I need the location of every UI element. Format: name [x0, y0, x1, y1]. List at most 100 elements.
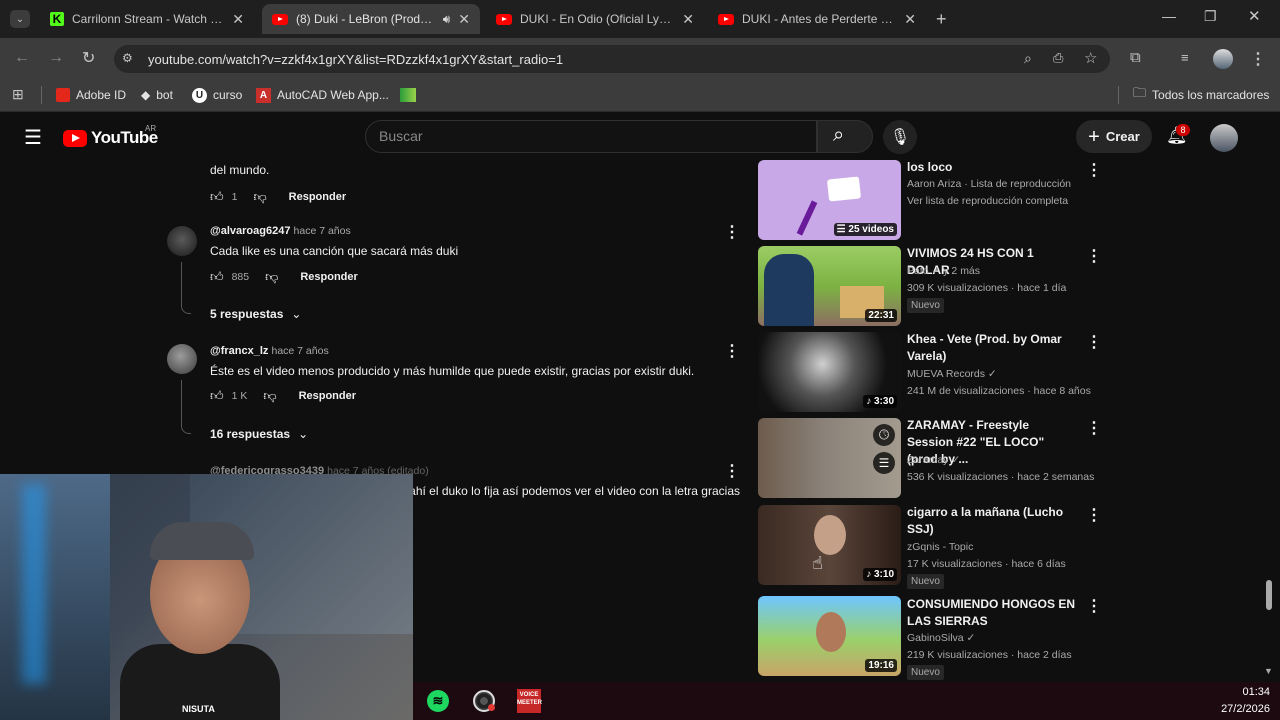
avatar[interactable]	[167, 226, 197, 256]
dislike-icon[interactable]: 👎︎	[253, 189, 266, 205]
bookmark-extra[interactable]	[400, 86, 416, 104]
rec-thumbnail[interactable]: ♪ 3:10	[758, 505, 901, 585]
thumbnail-art	[796, 200, 818, 236]
comment-menu-icon[interactable]: ⋮	[724, 222, 740, 242]
tab-search-icon[interactable]: ⌄	[10, 10, 30, 28]
comment-menu-icon[interactable]: ⋮	[724, 461, 740, 481]
rec-thumbnail[interactable]: 🕓︎ ☰	[758, 418, 901, 498]
view-full-playlist-link[interactable]: Ver lista de reproducción completa	[907, 195, 1068, 207]
hamburger-menu-icon[interactable]: ☰	[24, 125, 42, 150]
zoom-icon[interactable]: ⌕	[1024, 50, 1032, 67]
restore-icon[interactable]: ❐	[1204, 8, 1217, 25]
show-replies-button[interactable]: 5 respuestas ⌄	[210, 307, 301, 321]
rec-thumbnail[interactable]: 22:31	[758, 246, 901, 326]
user-avatar[interactable]	[1210, 124, 1238, 152]
rec-thumbnail[interactable]: ♪ 3:30	[758, 332, 901, 412]
rec-menu-icon[interactable]: ⋮	[1086, 246, 1102, 266]
search-button[interactable]	[817, 120, 873, 153]
rec-channel[interactable]: Zaramay ✓	[907, 454, 960, 466]
search-box[interactable]	[365, 120, 817, 153]
comment-author[interactable]: @alvaroag6247	[210, 225, 290, 237]
rec-menu-icon[interactable]: ⋮	[1086, 160, 1102, 180]
back-icon[interactable]: ←	[14, 49, 30, 67]
tab-duki-lebron[interactable]: (8) Duki - LeBron (Prod. Roja 🔊︎ ✕	[262, 4, 480, 34]
reply-button[interactable]: Responder	[299, 390, 356, 402]
rec-menu-icon[interactable]: ⋮	[1086, 596, 1102, 616]
tab-duki-antes-de-perderte[interactable]: DUKI - Antes de Perderte (Vide ✕	[708, 4, 926, 34]
youtube-logo[interactable]: YouTube	[63, 128, 158, 148]
channel-name: MUEVA Records	[907, 368, 985, 380]
comment-time[interactable]: hace 7 años	[294, 225, 351, 237]
extensions-icon[interactable]: ⧉	[1130, 49, 1141, 66]
spotify-icon[interactable]: ≋	[427, 690, 449, 712]
watch-later-icon[interactable]: 🕓︎	[873, 424, 895, 446]
rec-menu-icon[interactable]: ⋮	[1086, 332, 1102, 352]
kick-icon: K	[50, 12, 64, 26]
speaker-icon[interactable]: 🔊︎	[443, 12, 451, 27]
url-text[interactable]: youtube.com/watch?v=zzkf4x1grXY&list=RDz…	[148, 52, 563, 67]
like-icon[interactable]: 👍︎	[210, 189, 224, 205]
all-bookmarks[interactable]: 🗀︎ Todos los marcadores	[1133, 85, 1269, 104]
clock-date[interactable]: 27/2/2026	[1200, 703, 1270, 715]
close-icon[interactable]: ✕	[458, 11, 470, 28]
media-controls-icon[interactable]: ≡	[1181, 50, 1189, 65]
create-button[interactable]: + Crear	[1076, 120, 1152, 153]
rec-channel[interactable]: Aaron Ariza · Lista de reproducción	[907, 178, 1071, 190]
forward-icon[interactable]: →	[48, 49, 64, 67]
rec-title[interactable]: Khea - Vete (Prod. by Omar Varela)	[907, 331, 1077, 365]
show-replies-button[interactable]: 16 respuestas ⌄	[210, 427, 308, 441]
bookmark-bot[interactable]: ◆ bot	[141, 86, 173, 104]
rec-menu-icon[interactable]: ⋮	[1086, 418, 1102, 438]
like-icon[interactable]: 👍︎	[210, 388, 224, 404]
comment-menu-icon[interactable]: ⋮	[724, 341, 740, 361]
comment-text: Cada like es una canción que sacará más …	[210, 244, 459, 258]
close-icon[interactable]: ✕	[232, 11, 244, 28]
avatar[interactable]	[167, 344, 197, 374]
site-info-icon[interactable]: ⚙	[122, 51, 133, 65]
rec-thumbnail[interactable]: 19:16	[758, 596, 901, 676]
reply-button[interactable]: Responder	[289, 191, 346, 203]
close-icon[interactable]: ✕	[904, 11, 916, 28]
search-input[interactable]: Buscar	[379, 128, 423, 144]
tab-duki-en-odio[interactable]: DUKI - En Odio (Oficial Lyric Vid ✕	[486, 4, 704, 34]
rec-title[interactable]: los loco	[907, 159, 1077, 176]
window-close-icon[interactable]: ✕	[1248, 7, 1261, 25]
dislike-icon[interactable]: 👎︎	[265, 269, 278, 285]
install-app-icon[interactable]: ⎙	[1053, 50, 1063, 66]
rec-channel[interactable]: GabinoSilva ✓	[907, 632, 975, 644]
microphone-icon[interactable]: 🎙︎	[883, 120, 917, 154]
bookmark-autocad[interactable]: A AutoCAD Web App...	[256, 86, 389, 104]
search-icon: ⌕	[833, 124, 845, 146]
apps-grid-icon[interactable]: ⊞	[12, 86, 24, 103]
comment-time[interactable]: hace 7 años	[271, 345, 328, 357]
rec-channel[interactable]: zGqnis - Topic	[907, 541, 973, 553]
bookmark-adobe-id[interactable]: Adobe ID	[56, 86, 126, 104]
bookmark-star-icon[interactable]: ☆	[1084, 49, 1097, 67]
page-scrollbar-thumb[interactable]	[1266, 580, 1272, 610]
bookmark-curso[interactable]: U curso	[192, 86, 242, 104]
tab-title: DUKI - En Odio (Oficial Lyric Vid	[520, 12, 674, 26]
voicemeeter-icon[interactable]: VOICE MEETER	[517, 689, 543, 713]
chrome-menu-icon[interactable]: ⋮	[1250, 49, 1266, 69]
rec-title[interactable]: CONSUMIENDO HONGOS EN LAS SIERRAS	[907, 596, 1077, 630]
clock-time[interactable]: 01:34	[1218, 686, 1270, 698]
comment-header: @francx_lz hace 7 años	[210, 345, 329, 357]
profile-avatar[interactable]	[1213, 49, 1233, 69]
reply-button[interactable]: Responder	[300, 271, 357, 283]
close-icon[interactable]: ✕	[682, 11, 694, 28]
rec-title[interactable]: cigarro a la mañana (Lucho SSJ)	[907, 504, 1077, 538]
voicemeeter-label-bottom: MEETER	[517, 700, 543, 706]
tab-kick-stream[interactable]: K Carrilonn Stream - Watch Live o ✕	[40, 4, 254, 34]
like-icon[interactable]: 👍︎	[210, 269, 224, 285]
new-tab-icon[interactable]: +	[936, 9, 947, 30]
reload-icon[interactable]: ↻	[82, 48, 95, 68]
add-to-queue-icon[interactable]: ☰	[873, 452, 895, 474]
rec-channel[interactable]: Pato ✓ y 2 más	[907, 265, 980, 277]
rec-menu-icon[interactable]: ⋮	[1086, 505, 1102, 525]
comment-author[interactable]: @francx_lz	[210, 345, 268, 357]
rec-channel[interactable]: MUEVA Records ✓	[907, 368, 997, 380]
minimize-icon[interactable]: —	[1162, 8, 1176, 24]
rec-thumbnail[interactable]: ☰ 25 videos	[758, 160, 901, 240]
scroll-down-arrow-icon[interactable]: ▼	[1264, 666, 1273, 676]
dislike-icon[interactable]: 👎︎	[263, 388, 276, 404]
